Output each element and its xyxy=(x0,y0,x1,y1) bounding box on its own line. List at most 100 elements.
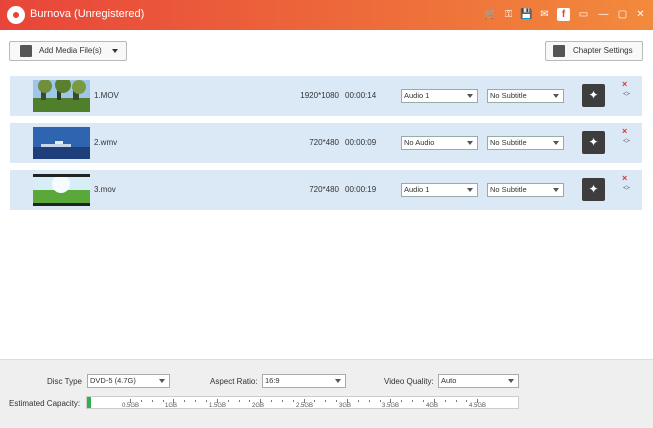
video-quality-select[interactable]: Auto xyxy=(438,374,519,388)
capacity-tick-label: 3.5GB xyxy=(382,403,400,409)
chevron-down-icon xyxy=(508,379,514,383)
capacity-minor-tick xyxy=(228,400,229,402)
move-down-icon[interactable]: ﹀ xyxy=(623,141,631,148)
add-media-label: Add Media File(s) xyxy=(39,46,102,55)
audio-track-select[interactable]: Audio 1 xyxy=(401,89,478,103)
chapter-icon xyxy=(553,45,565,57)
capacity-minor-tick xyxy=(293,400,294,402)
chevron-down-icon xyxy=(112,49,118,53)
key-icon[interactable]: ⚿ xyxy=(502,8,515,21)
capacity-minor-tick xyxy=(412,400,413,402)
facebook-icon[interactable]: f xyxy=(557,8,570,21)
burnova-logo-icon xyxy=(7,6,25,24)
file-name: 3.mov xyxy=(94,185,116,194)
subtitle-select[interactable]: No Subtitle xyxy=(487,89,564,103)
capacity-minor-tick xyxy=(282,400,283,402)
close-icon[interactable]: ✕ xyxy=(634,8,647,21)
capacity-minor-tick xyxy=(423,400,424,402)
capacity-minor-tick xyxy=(141,400,142,402)
capacity-minor-tick xyxy=(369,400,370,402)
remove-icon[interactable]: × xyxy=(622,174,630,183)
capacity-minor-tick xyxy=(152,400,153,402)
chevron-down-icon xyxy=(553,94,559,98)
chevron-down-icon xyxy=(467,141,473,145)
add-file-icon xyxy=(20,45,32,57)
chevron-down-icon xyxy=(553,141,559,145)
capacity-minor-tick xyxy=(336,400,337,402)
capacity-minor-tick xyxy=(184,400,185,402)
disc-type-value: DVD-5 (4.7G) xyxy=(90,376,136,385)
capacity-tick-label: 1GB xyxy=(165,403,178,409)
cart-icon[interactable]: 🛒 xyxy=(484,8,497,21)
audio-track-select[interactable]: No Audio xyxy=(401,136,478,150)
chevron-down-icon xyxy=(335,379,341,383)
settings-panel xyxy=(0,359,653,428)
chevron-down-icon xyxy=(159,379,165,383)
subtitle-select[interactable]: No Subtitle xyxy=(487,183,564,197)
remove-icon[interactable]: × xyxy=(622,127,630,136)
capacity-minor-tick xyxy=(401,400,402,402)
chevron-down-icon xyxy=(467,94,473,98)
video-quality-label: Video Quality: xyxy=(384,377,434,386)
file-name: 1.MOV xyxy=(94,91,119,100)
capacity-tick-label: 2.5GB xyxy=(296,403,314,409)
subtitle-select[interactable]: No Subtitle xyxy=(487,136,564,150)
resolution: 720*480 xyxy=(309,138,339,147)
file-name: 2.wmv xyxy=(94,138,118,147)
capacity-minor-tick xyxy=(271,400,272,402)
capacity-tick-label: 3GB xyxy=(339,403,352,409)
move-down-icon[interactable]: ﹀ xyxy=(623,188,631,195)
capacity-tick-label: 0.5GB xyxy=(122,403,140,409)
chapter-settings-button[interactable]: Chapter Settings xyxy=(545,41,643,61)
capacity-minor-tick xyxy=(314,400,315,402)
capacity-minor-tick xyxy=(456,400,457,402)
estimated-capacity-label: Estimated Capacity: xyxy=(9,399,81,408)
capacity-tick-label: 4.5GB xyxy=(469,403,487,409)
capacity-tick-label: 4GB xyxy=(426,403,439,409)
resolution: 720*480 xyxy=(309,185,339,194)
media-row[interactable]: 1.MOV 1920*1080 00:00:14 Audio 1 No Subt… xyxy=(10,76,642,116)
aspect-ratio-select[interactable]: 16:9 xyxy=(262,374,346,388)
save-icon[interactable]: 💾 xyxy=(520,8,533,21)
audio-track-select[interactable]: Audio 1 xyxy=(401,183,478,197)
restore-icon[interactable]: ▢ xyxy=(616,8,629,21)
audio-track-value: Audio 1 xyxy=(404,91,430,100)
capacity-minor-tick xyxy=(249,400,250,402)
capacity-minor-tick xyxy=(380,400,381,402)
disc-type-select[interactable]: DVD-5 (4.7G) xyxy=(87,374,170,388)
video-quality-value: Auto xyxy=(441,376,457,385)
duration: 00:00:09 xyxy=(345,138,377,147)
capacity-minor-tick xyxy=(466,400,467,402)
app-title: Burnova (Unregistered) xyxy=(30,8,145,20)
capacity-minor-tick xyxy=(206,400,207,402)
audio-track-value: Audio 1 xyxy=(404,185,430,194)
move-down-icon[interactable]: ﹀ xyxy=(623,94,631,101)
subtitle-value: No Subtitle xyxy=(490,138,527,147)
duration: 00:00:14 xyxy=(345,91,377,100)
video-thumbnail xyxy=(33,127,90,159)
chevron-down-icon xyxy=(467,188,473,192)
video-thumbnail xyxy=(33,174,90,206)
remove-icon[interactable]: × xyxy=(622,80,630,89)
edit-wand-icon[interactable]: ✦ xyxy=(582,131,605,154)
capacity-tick-label: 1.5GB xyxy=(209,403,227,409)
edit-wand-icon[interactable]: ✦ xyxy=(582,84,605,107)
media-row[interactable]: 3.mov 720*480 00:00:19 Audio 1 No Subtit… xyxy=(10,170,642,210)
feedback-icon[interactable]: ✉ xyxy=(538,8,551,21)
aspect-ratio-label: Aspect Ratio: xyxy=(210,377,258,386)
chat-icon[interactable]: ▭ xyxy=(577,8,590,21)
audio-track-value: No Audio xyxy=(404,138,435,147)
chapter-settings-label: Chapter Settings xyxy=(573,46,633,55)
add-media-button[interactable]: Add Media File(s) xyxy=(9,41,127,61)
disc-type-label: Disc Type xyxy=(47,377,82,386)
subtitle-value: No Subtitle xyxy=(490,185,527,194)
edit-wand-icon[interactable]: ✦ xyxy=(582,178,605,201)
title-bar: Burnova (Unregistered) 🛒 ⚿ 💾 ✉ f ▭ — ▢ ✕ xyxy=(0,0,653,30)
minimize-icon[interactable]: — xyxy=(597,8,610,21)
capacity-minor-tick xyxy=(195,400,196,402)
capacity-minor-tick xyxy=(358,400,359,402)
resolution: 1920*1080 xyxy=(300,91,339,100)
media-row[interactable]: 2.wmv 720*480 00:00:09 No Audio No Subti… xyxy=(10,123,642,163)
capacity-minor-tick xyxy=(445,400,446,402)
aspect-ratio-value: 16:9 xyxy=(265,376,280,385)
